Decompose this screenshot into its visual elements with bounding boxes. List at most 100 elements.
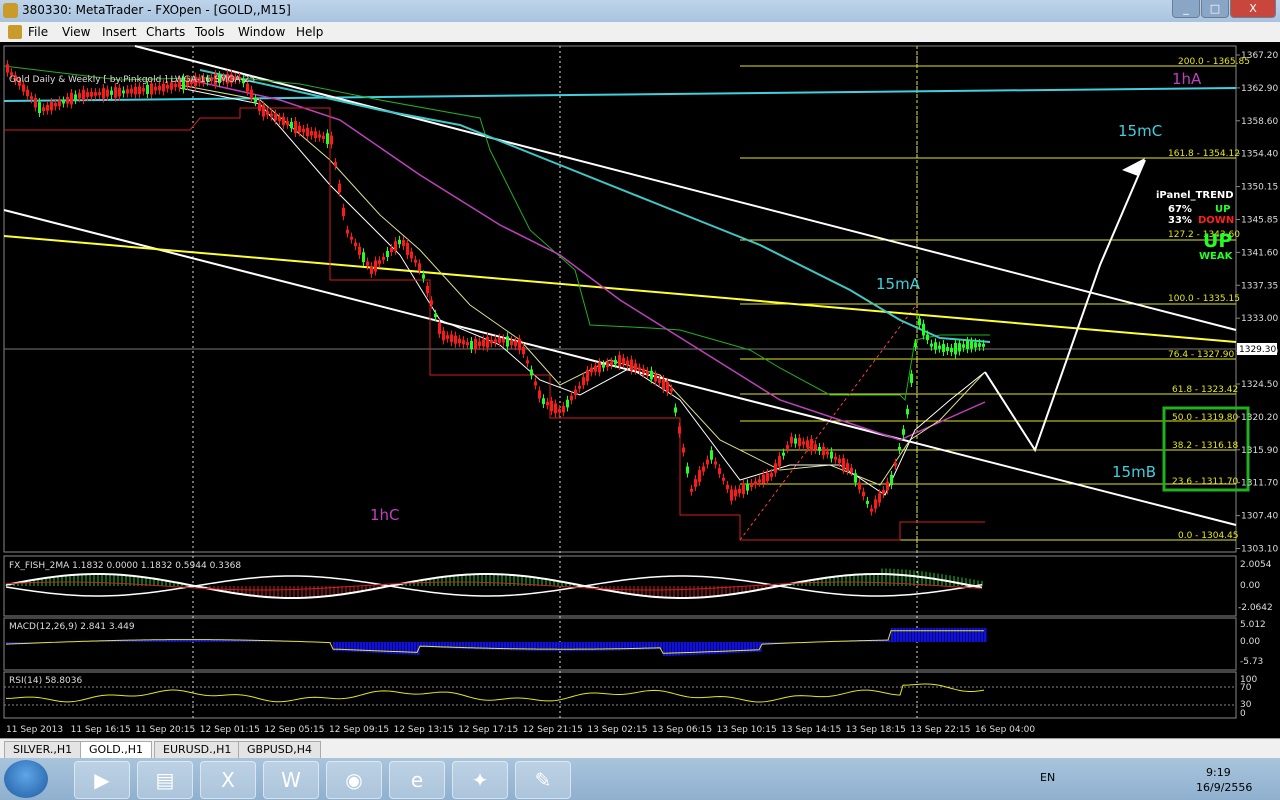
time-tick: 12 Sep 01:15: [200, 725, 260, 735]
menu-tools[interactable]: Tools: [195, 25, 225, 39]
tab-silver[interactable]: SILVER.,H1: [4, 741, 82, 759]
macd-bar: [684, 642, 687, 656]
candle-body: [358, 246, 361, 255]
candle-body: [430, 300, 433, 305]
candle-body: [590, 367, 593, 373]
candle-body: [366, 261, 369, 266]
candle-body: [814, 444, 817, 450]
candle-body: [794, 438, 797, 444]
menu-charts[interactable]: Charts: [146, 25, 185, 39]
chart-area[interactable]: 200.0 - 1365.85 161.8 - 1354.12 127.2 - …: [0, 42, 1280, 738]
macd-bar: [681, 642, 684, 656]
label-15ma: 15mA: [876, 275, 921, 293]
candle-body: [502, 338, 505, 343]
clock-time[interactable]: 9:19: [1206, 766, 1231, 779]
price-tick: 1350.15: [1241, 183, 1278, 193]
paint-icon[interactable]: ✎: [515, 761, 571, 799]
candle-body: [154, 86, 157, 91]
macd-bar: [744, 642, 747, 653]
macd-bar: [735, 642, 738, 653]
candle-body: [826, 451, 829, 455]
macd-bar: [729, 642, 732, 654]
candle-body: [426, 285, 429, 294]
candle-body: [970, 341, 973, 349]
media-player-icon[interactable]: ▶: [74, 761, 130, 799]
candle-body: [130, 88, 133, 94]
candle-body: [494, 339, 497, 343]
candle-body: [102, 88, 105, 99]
macd-bar: [963, 628, 966, 642]
candle-body: [338, 183, 341, 193]
macd-bar: [903, 628, 906, 642]
candle-body: [630, 359, 633, 371]
candle-body: [762, 474, 765, 484]
maximize-button[interactable]: □: [1201, 0, 1229, 18]
candle-body: [70, 92, 73, 105]
start-button[interactable]: [4, 760, 48, 798]
candle-body: [674, 407, 677, 413]
chart-window-icon[interactable]: [8, 25, 22, 39]
macd-bar: [393, 642, 396, 654]
menu-window[interactable]: Window: [238, 25, 285, 39]
candle-body: [534, 381, 537, 386]
candle-body: [314, 131, 317, 138]
candle-body: [858, 482, 861, 490]
fish-label: FX_FISH_2MA 1.1832 0.0000 1.1832 0.5944 …: [9, 561, 241, 571]
tab-gold[interactable]: GOLD.,H1: [80, 741, 153, 759]
candle-body: [58, 100, 61, 107]
macd-bar: [981, 628, 984, 642]
candle-body: [66, 96, 69, 104]
candle-body: [726, 484, 729, 490]
language-indicator[interactable]: EN: [1040, 771, 1055, 784]
menu-help[interactable]: Help: [296, 25, 323, 39]
chart-tabs: SILVER.,H1 GOLD.,H1 EURUSD.,H1 GBPUSD,H4: [0, 738, 1280, 759]
candle-body: [478, 341, 481, 346]
macd-bar: [723, 642, 726, 654]
candle-body: [722, 477, 725, 481]
candle-body: [570, 395, 573, 401]
tab-eurusd[interactable]: EURUSD.,H1: [154, 741, 241, 759]
candle-body: [42, 107, 45, 112]
menu-file[interactable]: File: [28, 25, 48, 39]
candle-body: [766, 472, 769, 482]
folder-icon[interactable]: ▤: [137, 761, 193, 799]
macd-bar: [672, 642, 675, 656]
candle-body: [734, 489, 737, 497]
time-tick: 13 Sep 14:15: [781, 725, 841, 735]
price-tick: 1337.35: [1241, 281, 1278, 291]
fib-label: 23.6 - 1311.70: [1172, 477, 1238, 487]
candle-body: [374, 260, 377, 272]
tab-gbpusd[interactable]: GBPUSD,H4: [238, 741, 321, 759]
price-chart[interactable]: 200.0 - 1365.85 161.8 - 1354.12 127.2 - …: [0, 42, 1280, 738]
candle-body: [390, 247, 393, 253]
menu-view[interactable]: View: [62, 25, 90, 39]
macd-bar: [732, 642, 735, 654]
metatrader-taskbar-icon[interactable]: ✦: [452, 761, 508, 799]
macd-bar: [753, 642, 756, 653]
upper-trend-line: [134, 45, 1237, 331]
price-axis: 1367.20 1362.90 1358.60 1354.40 1350.15 1345.…: [1236, 51, 1278, 555]
macd-bar: [741, 642, 744, 653]
candle-body: [838, 458, 841, 464]
projection-path: [984, 159, 1146, 453]
macd-bar: [708, 642, 711, 655]
menu-insert[interactable]: Insert: [102, 25, 136, 39]
clock-date[interactable]: 16/9/2556: [1196, 781, 1252, 794]
candle-body: [342, 207, 345, 217]
close-button[interactable]: X: [1230, 0, 1276, 18]
candle-body: [866, 500, 869, 504]
candle-body: [302, 128, 305, 133]
candle-body: [90, 91, 93, 97]
candle-body: [910, 373, 913, 383]
excel-icon[interactable]: X: [200, 761, 256, 799]
candle-body: [682, 447, 685, 453]
minimize-button[interactable]: _: [1172, 0, 1200, 18]
chrome-icon[interactable]: ◉: [326, 761, 382, 799]
internet-explorer-icon[interactable]: e: [389, 761, 445, 799]
fib-label: 100.0 - 1335.15: [1168, 294, 1240, 304]
fib-label: 76.4 - 1327.90: [1168, 350, 1234, 360]
candle-body: [414, 259, 417, 263]
candle-body: [742, 483, 745, 495]
word-icon[interactable]: W: [263, 761, 319, 799]
candle-body: [650, 370, 653, 380]
